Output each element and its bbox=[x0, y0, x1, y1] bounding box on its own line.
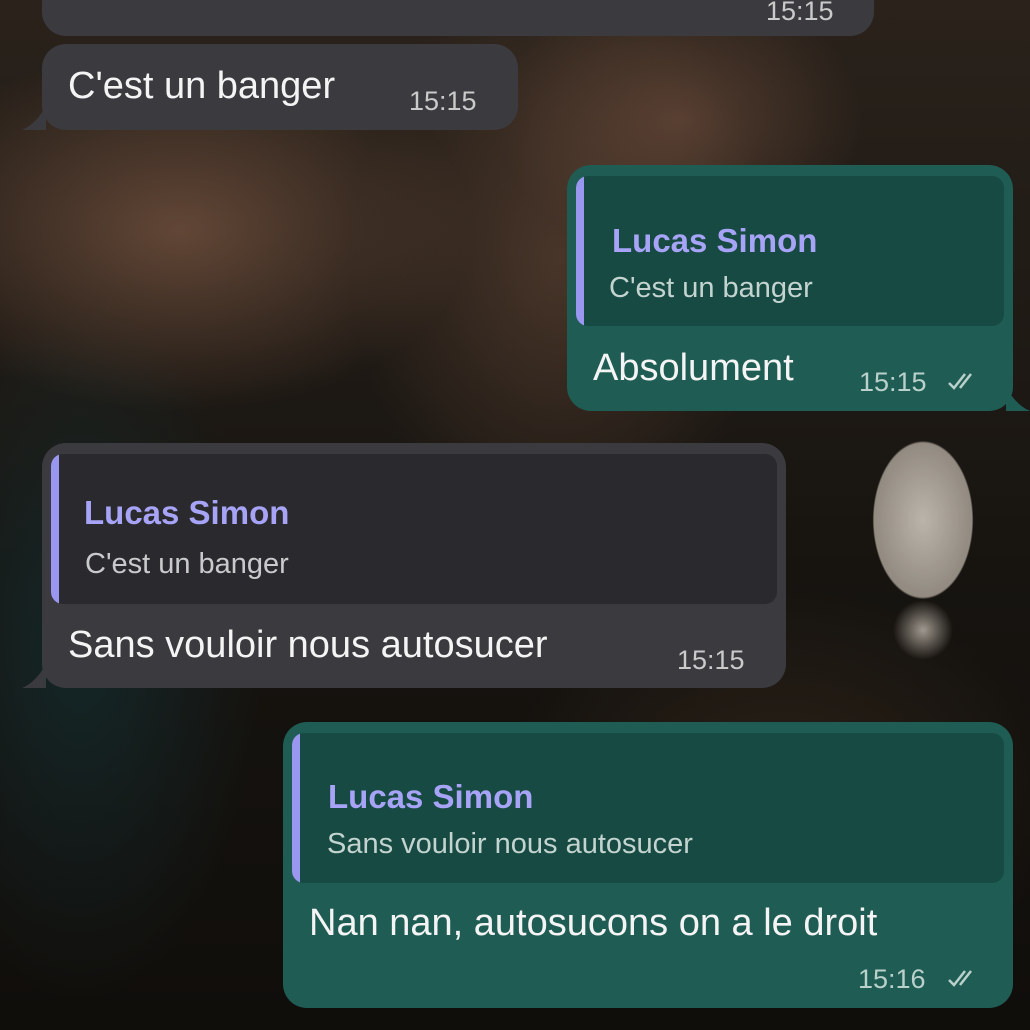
reply-quote[interactable]: Lucas Simon C'est un banger bbox=[576, 176, 1004, 326]
reply-quote-bar bbox=[292, 733, 300, 883]
wallpaper-baluster bbox=[838, 410, 1008, 710]
message-bubble-incoming[interactable]: C'est un banger 15:15 bbox=[42, 44, 518, 130]
message-bubble-incoming[interactable]: longtemps 15:15 bbox=[42, 0, 874, 36]
message-time: 15:15 bbox=[859, 367, 927, 397]
reply-quote-bar bbox=[576, 176, 584, 326]
double-check-icon bbox=[948, 970, 972, 987]
message-bubble-outgoing[interactable]: Lucas Simon C'est un banger Absolument 1… bbox=[567, 165, 1013, 411]
bubble-tail bbox=[22, 106, 46, 130]
message-text: Sans vouloir nous autosucer bbox=[68, 624, 548, 666]
bubble-tail bbox=[1006, 387, 1030, 411]
message-time: 15:15 bbox=[677, 645, 745, 675]
message-text: Nan nan, autosucons on a le droit bbox=[309, 902, 878, 944]
double-check-icon bbox=[948, 373, 972, 390]
reply-author: Lucas Simon bbox=[328, 778, 534, 815]
bubble-tail bbox=[22, 664, 46, 688]
message-bubble-outgoing[interactable]: Lucas Simon Sans vouloir nous autosucer … bbox=[283, 722, 1013, 1008]
message-time: 15:16 bbox=[858, 964, 926, 994]
reply-author: Lucas Simon bbox=[612, 222, 818, 259]
message-time: 15:15 bbox=[409, 86, 477, 116]
reply-text: C'est un banger bbox=[609, 272, 813, 304]
message-bubble-incoming[interactable]: Lucas Simon C'est un banger Sans vouloir… bbox=[42, 443, 786, 688]
message-text: C'est un banger bbox=[68, 65, 336, 107]
reply-text: Sans vouloir nous autosucer bbox=[327, 828, 693, 860]
reply-author: Lucas Simon bbox=[84, 494, 290, 531]
reply-quote[interactable]: Lucas Simon C'est un banger bbox=[51, 454, 777, 604]
message-text: Absolument bbox=[593, 347, 794, 389]
reply-text: C'est un banger bbox=[85, 548, 289, 580]
reply-quote[interactable]: Lucas Simon Sans vouloir nous autosucer bbox=[292, 733, 1004, 883]
message-time: 15:15 bbox=[766, 0, 834, 26]
reply-quote-bar bbox=[51, 454, 59, 604]
